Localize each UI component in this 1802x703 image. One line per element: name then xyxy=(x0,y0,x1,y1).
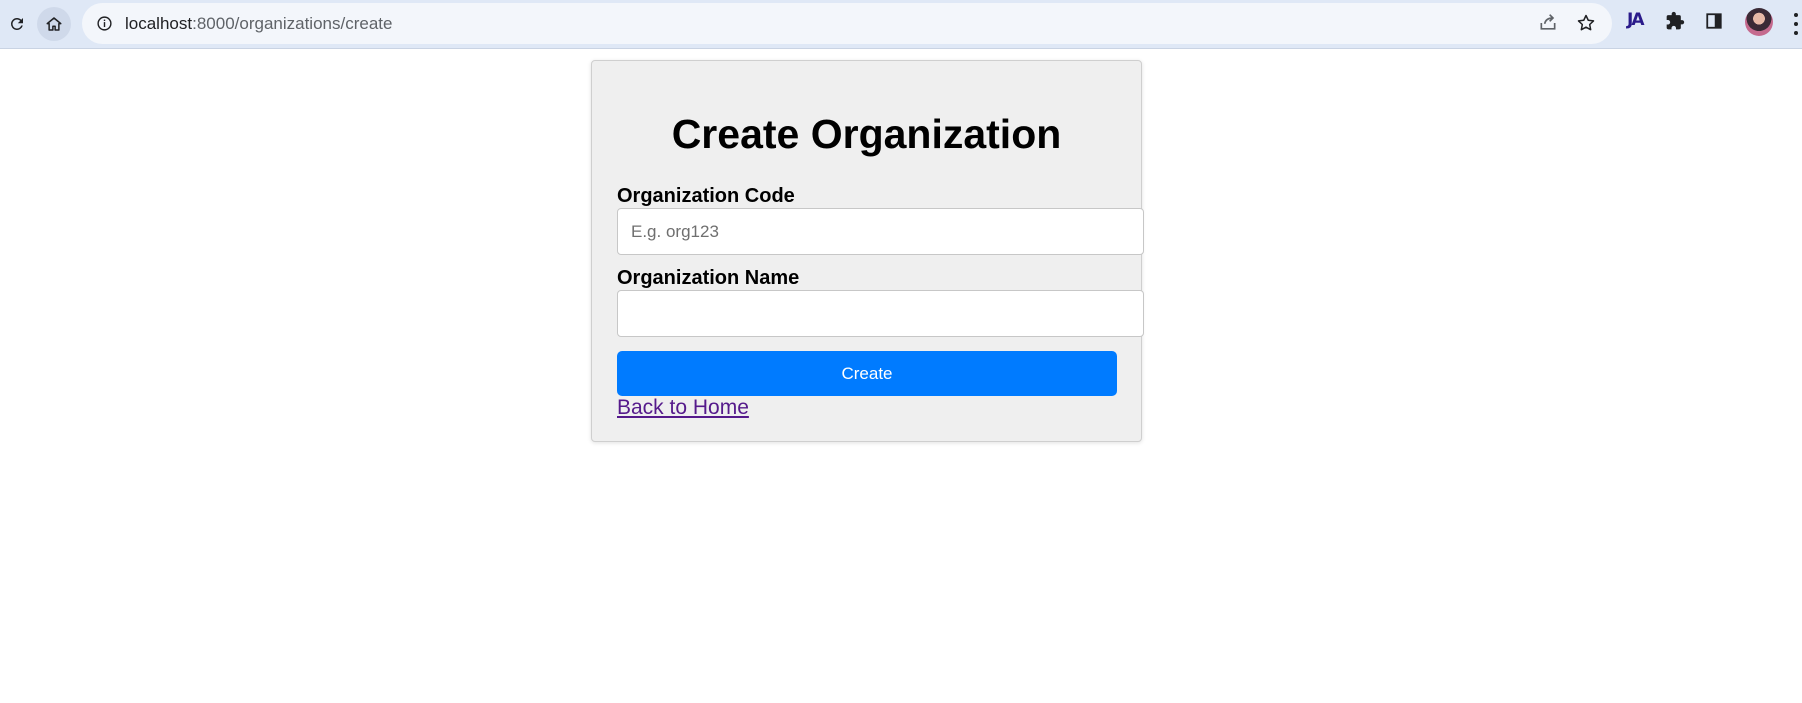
ja-extension-icon[interactable]: JA xyxy=(1627,10,1653,36)
address-bar[interactable]: localhost:8000/organizations/create xyxy=(82,3,1612,44)
menu-icon[interactable] xyxy=(1793,13,1799,35)
extensions-icon[interactable] xyxy=(1665,11,1685,36)
create-button[interactable]: Create xyxy=(617,351,1117,396)
side-panel-icon[interactable] xyxy=(1705,12,1723,35)
info-icon[interactable] xyxy=(96,15,113,37)
create-organization-card: Create Organization Organization Code Or… xyxy=(591,60,1144,442)
url-host: localhost xyxy=(125,14,193,33)
reload-icon[interactable] xyxy=(0,7,34,41)
organization-code-label: Organization Code xyxy=(617,185,795,207)
url-text: localhost:8000/organizations/create xyxy=(125,14,392,34)
share-icon[interactable] xyxy=(1538,13,1558,38)
profile-avatar[interactable] xyxy=(1745,8,1773,36)
organization-name-label: Organization Name xyxy=(617,267,800,289)
star-icon[interactable] xyxy=(1576,13,1596,38)
organization-name-input[interactable] xyxy=(617,290,1144,337)
url-path: :8000/organizations/create xyxy=(192,14,393,33)
organization-code-input[interactable] xyxy=(617,208,1144,255)
page-title: Create Organization xyxy=(671,111,1062,157)
browser-toolbar: localhost:8000/organizations/create JA xyxy=(0,0,1802,49)
home-icon[interactable] xyxy=(37,7,71,41)
back-to-home-link[interactable]: Back to Home xyxy=(617,396,749,420)
